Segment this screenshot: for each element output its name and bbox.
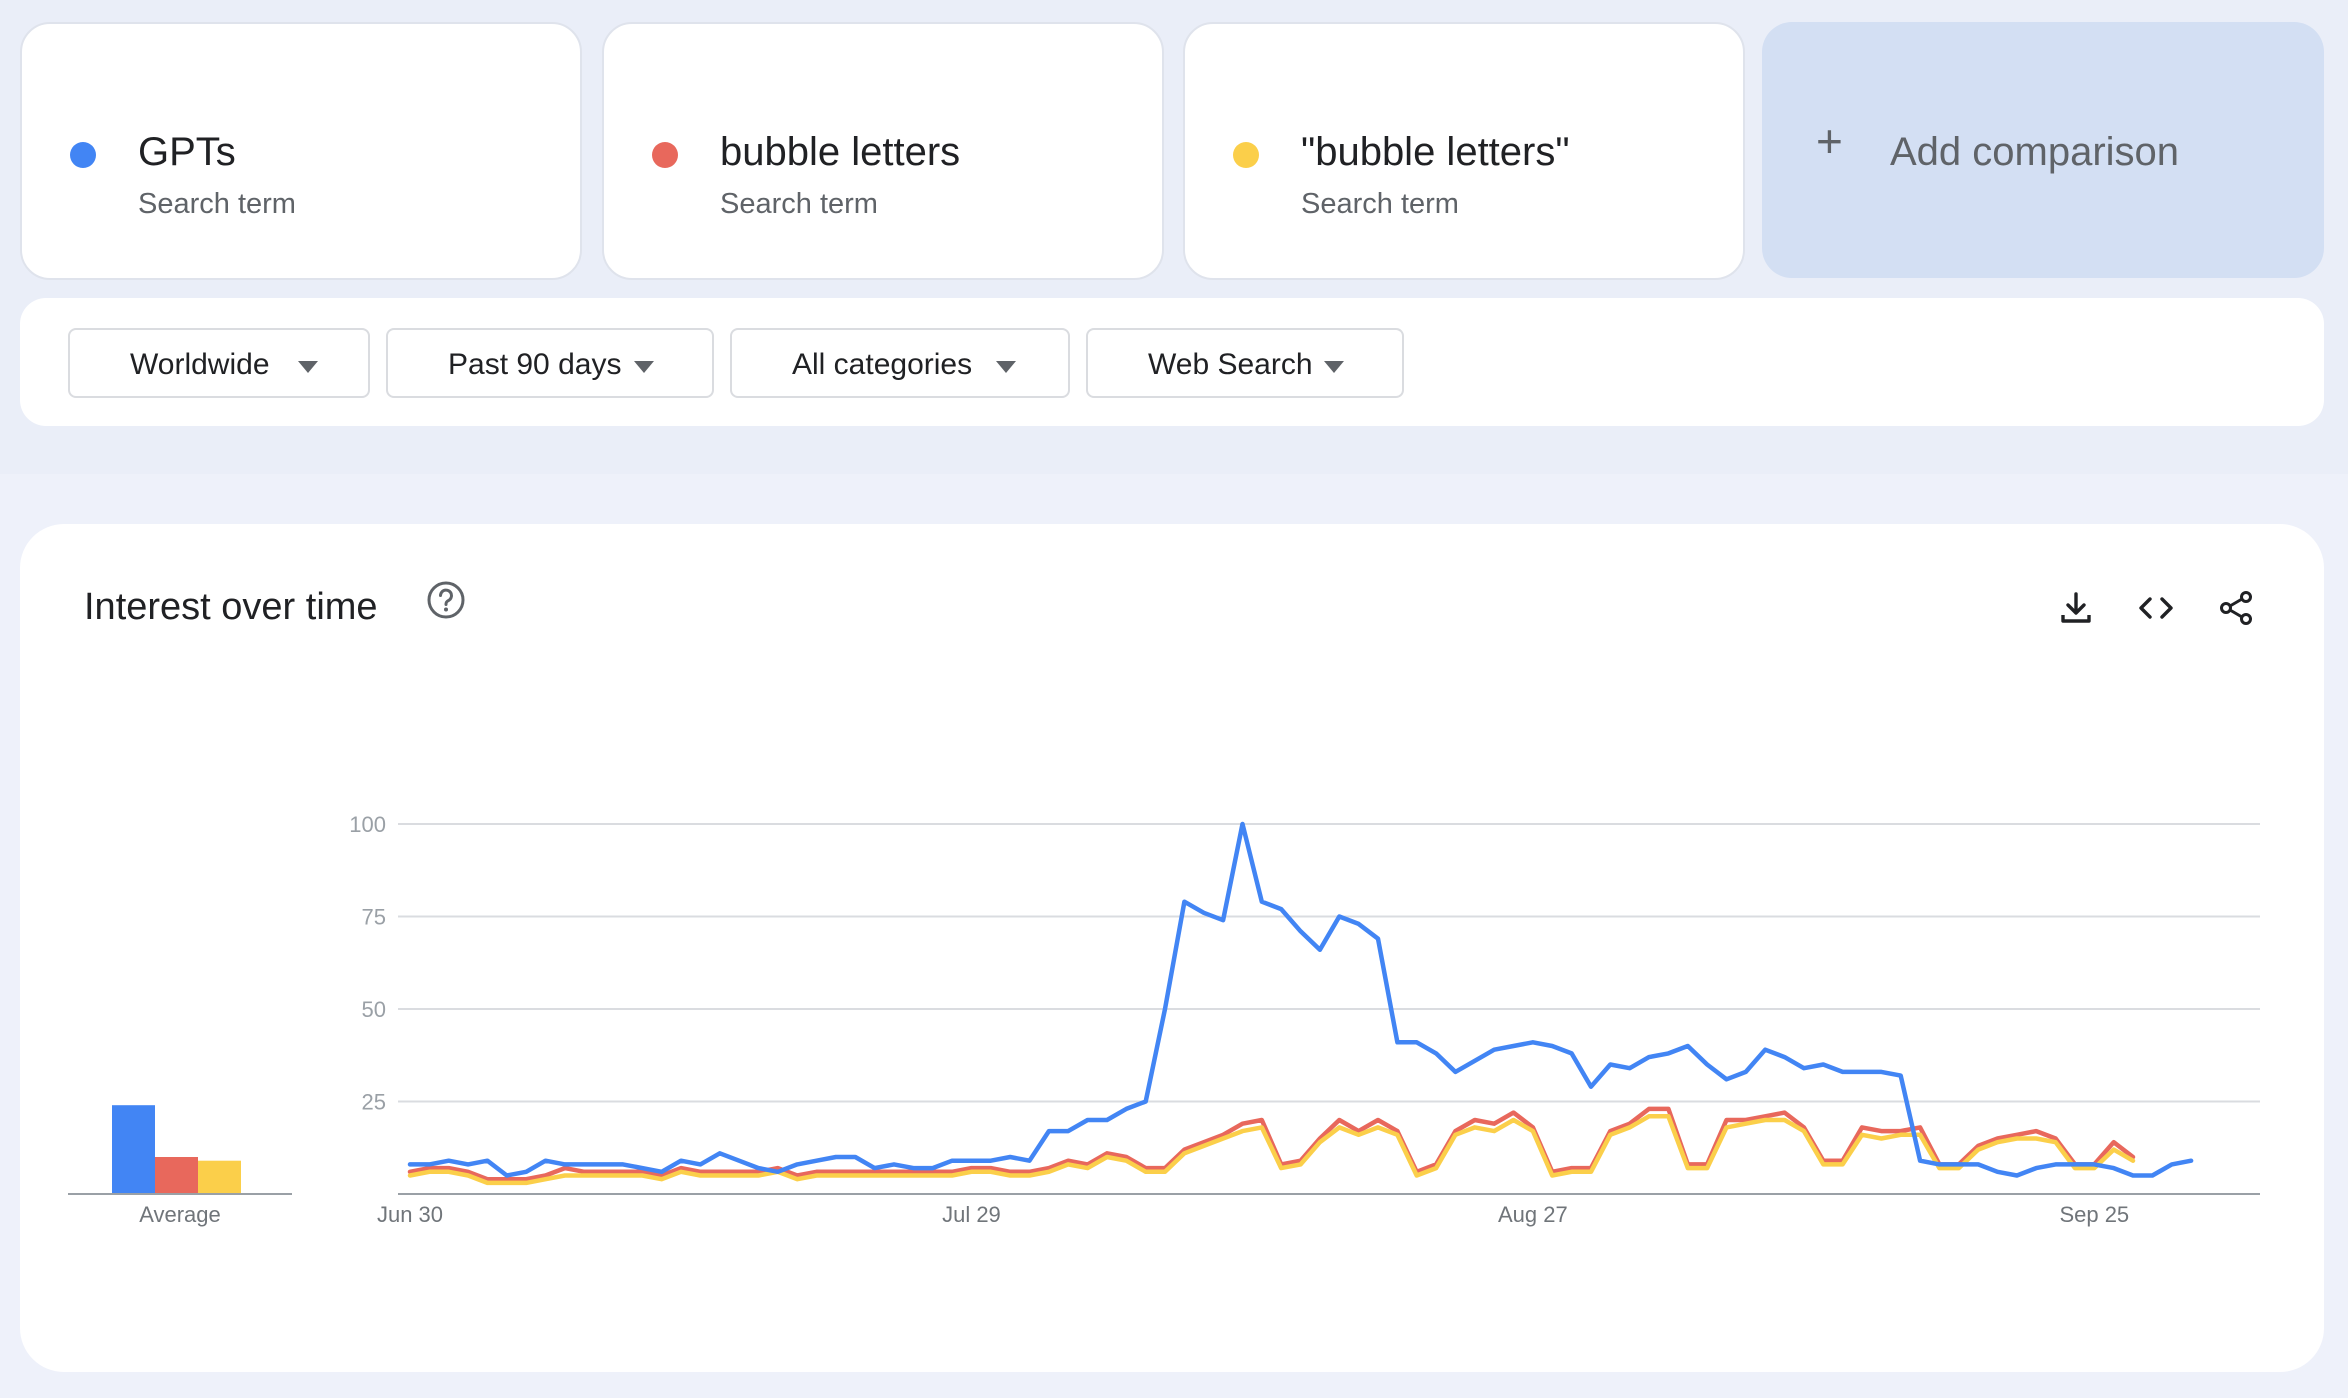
chart-gridlines xyxy=(398,823,2260,1195)
average-bar xyxy=(198,1160,241,1194)
average-bar xyxy=(112,1105,155,1194)
x-tick-label: Jul 29 xyxy=(942,1202,1001,1227)
average-bar xyxy=(155,1157,198,1194)
x-tick-labels: Jun 30 Jul 29 Aug 27 Sep 25 xyxy=(377,1202,2129,1227)
x-tick-label: Aug 27 xyxy=(1498,1202,1568,1227)
average-label: Average xyxy=(139,1202,221,1227)
chart-series xyxy=(407,821,2194,1186)
interest-chart: Average 25 50 75 100 Jun 30 Jul 29 Aug 27 Sep … xyxy=(68,812,2260,1227)
y-tick-label: 100 xyxy=(349,812,386,837)
y-tick-labels: 25 50 75 100 xyxy=(349,812,386,1115)
x-tick-label: Sep 25 xyxy=(2059,1202,2129,1227)
average-bars: Average xyxy=(68,1105,292,1227)
y-tick-label: 75 xyxy=(362,905,386,930)
series-line xyxy=(407,821,2194,1178)
x-tick-label: Jun 30 xyxy=(377,1202,443,1227)
y-tick-label: 50 xyxy=(362,997,386,1022)
y-tick-label: 25 xyxy=(362,1090,386,1115)
